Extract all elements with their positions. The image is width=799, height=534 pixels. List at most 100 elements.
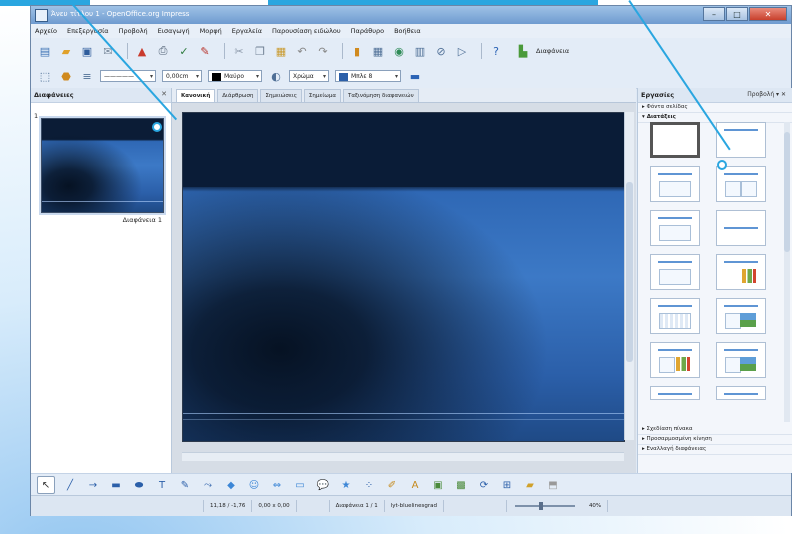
export-pdf-icon[interactable]: ▲ [134, 43, 150, 59]
arrow-style-icon[interactable]: ⬣ [58, 68, 74, 84]
draw-functions-icon[interactable]: ⊘ [433, 43, 449, 59]
connector-icon[interactable]: ⤳ [200, 477, 216, 493]
menu-help[interactable]: Βοήθεια [394, 27, 421, 35]
scroll-thumb[interactable] [784, 132, 790, 252]
menu-format[interactable]: Μορφή [200, 27, 222, 35]
tasks-scrollbar[interactable] [784, 122, 790, 422]
line-style-icon[interactable]: ≡ [79, 68, 95, 84]
vertical-scrollbar[interactable] [624, 112, 634, 440]
copy-icon[interactable]: ❐ [252, 43, 268, 59]
save-icon[interactable]: ▣ [79, 43, 95, 59]
select-arrow-icon[interactable]: ↖ [37, 476, 55, 494]
menu-view[interactable]: Προβολή [119, 27, 148, 35]
section-table-design[interactable]: ▸ Σχεδίαση πίνακα [638, 425, 792, 435]
paste-icon[interactable]: ▦ [273, 43, 289, 59]
rotate-icon[interactable]: ⟳ [476, 477, 492, 493]
fill-type-select[interactable]: Χρώμα [289, 70, 329, 82]
navigator-icon[interactable]: ◉ [391, 43, 407, 59]
layout-title-picture[interactable] [716, 298, 766, 334]
tab-notes[interactable]: Σημειώσεις [260, 89, 302, 102]
separator [127, 43, 128, 59]
chart-icon[interactable]: ▮ [349, 43, 365, 59]
spellcheck-icon[interactable]: ✓ [176, 43, 192, 59]
minimize-icon[interactable]: – [703, 7, 725, 21]
menu-window[interactable]: Παράθυρο [351, 27, 384, 35]
arrange-icon[interactable]: ▰ [522, 477, 538, 493]
glue-points-icon[interactable]: ✐ [384, 477, 400, 493]
autospell-icon[interactable]: ✎ [197, 43, 213, 59]
layout-text-picture[interactable] [716, 342, 766, 378]
horizontal-scrollbar[interactable] [182, 452, 624, 461]
close-pane-icon[interactable]: ✕ [161, 90, 167, 98]
slide-thumbnail[interactable] [41, 118, 164, 213]
redo-icon[interactable]: ↷ [315, 43, 331, 59]
menu-slideshow[interactable]: Παρουσίαση ειδώλου [272, 27, 341, 35]
symbol-shapes-icon[interactable]: ☺ [246, 477, 262, 493]
line-style-select[interactable]: ————— [100, 70, 156, 82]
alignment-icon[interactable]: ⊞ [499, 477, 515, 493]
tasks-view-menu[interactable]: Προβολή ▾ ✕ [747, 91, 786, 98]
layout-blank[interactable] [650, 122, 700, 158]
help-icon[interactable]: ? [488, 43, 504, 59]
menu-edit[interactable]: Επεξεργασία [67, 27, 109, 35]
rectangle-icon[interactable]: ▬ [108, 477, 124, 493]
slide-canvas[interactable] [182, 112, 625, 442]
line-icon[interactable]: ╱ [62, 477, 78, 493]
section-custom-animation[interactable]: ▸ Προσαρμοσμένη κίνηση [638, 435, 792, 445]
zoom-slider[interactable] [514, 502, 575, 510]
layout-title-table[interactable] [650, 298, 700, 334]
status-zoom[interactable]: 40% [583, 500, 609, 512]
block-arrows-icon[interactable]: ⇔ [269, 477, 285, 493]
fontwork-icon[interactable]: A [407, 477, 423, 493]
layout-title-two-text[interactable] [650, 254, 700, 290]
callouts-icon[interactable]: 💬 [315, 477, 331, 493]
layout-title-content[interactable] [650, 166, 700, 202]
layout-title-two-content[interactable] [716, 166, 766, 202]
text-icon[interactable]: T [154, 477, 170, 493]
line-color-select[interactable]: Μαύρο [208, 70, 262, 82]
ellipse-icon[interactable]: ⬬ [131, 477, 147, 493]
layout-partial[interactable] [650, 386, 700, 400]
maximize-icon[interactable]: □ [726, 7, 748, 21]
close-icon[interactable]: ✕ [749, 7, 787, 21]
menu-insert[interactable]: Εισαγωγή [158, 27, 190, 35]
slide-show-icon[interactable]: ▷ [454, 43, 470, 59]
undo-icon[interactable]: ↶ [294, 43, 310, 59]
menu-file[interactable]: Αρχείο [35, 27, 57, 35]
tab-slide-sorter[interactable]: Ταξινόμηση διαφανειών [342, 89, 419, 102]
section-slide-transition[interactable]: ▸ Εναλλαγή διαφάνειας [638, 445, 792, 455]
basic-shapes-icon[interactable]: ◆ [223, 477, 239, 493]
extrusion-icon[interactable]: ⬒ [545, 477, 561, 493]
open-icon[interactable]: ▰ [58, 43, 74, 59]
layout-title-text[interactable] [650, 210, 700, 246]
line-width-input[interactable]: 0,00cm [162, 70, 202, 82]
tab-handout[interactable]: Σημείωμα [303, 89, 341, 102]
new-icon[interactable]: ▤ [37, 43, 53, 59]
flowchart-icon[interactable]: ▭ [292, 477, 308, 493]
arrow-line-icon[interactable]: → [85, 477, 101, 493]
from-file-icon[interactable]: ▣ [430, 477, 446, 493]
slide-button[interactable]: ▙ Διαφάνεια [515, 43, 569, 59]
stars-icon[interactable]: ★ [338, 477, 354, 493]
cut-icon[interactable]: ✂ [231, 43, 247, 59]
tab-outline[interactable]: Διάρθρωση [217, 89, 259, 102]
curve-icon[interactable]: ✎ [177, 477, 193, 493]
gallery-icon[interactable]: ▩ [453, 477, 469, 493]
tab-normal[interactable]: Κανονική [176, 89, 216, 102]
area-fill-icon[interactable]: ◐ [268, 68, 284, 84]
menu-tools[interactable]: Εργαλεία [232, 27, 262, 35]
print-icon[interactable]: ⎙ [155, 43, 171, 59]
layout-text-chart[interactable] [650, 342, 700, 378]
color-swatch [212, 72, 221, 81]
section-master-pages[interactable]: ▸ Φόντα σελίδας [638, 103, 792, 113]
points-icon[interactable]: ⁘ [361, 477, 377, 493]
select-mode-icon[interactable]: ⬚ [37, 68, 53, 84]
fill-color-select[interactable]: Μπλε 8 [335, 70, 401, 82]
shadow-icon[interactable]: ▬ [407, 68, 423, 84]
table-icon[interactable]: ▦ [370, 43, 386, 59]
layout-centered-text[interactable] [716, 210, 766, 246]
layout-title-chart[interactable] [716, 254, 766, 290]
scroll-thumb[interactable] [626, 182, 633, 362]
layout-partial[interactable] [716, 386, 766, 400]
grid-icon[interactable]: ▥ [412, 43, 428, 59]
